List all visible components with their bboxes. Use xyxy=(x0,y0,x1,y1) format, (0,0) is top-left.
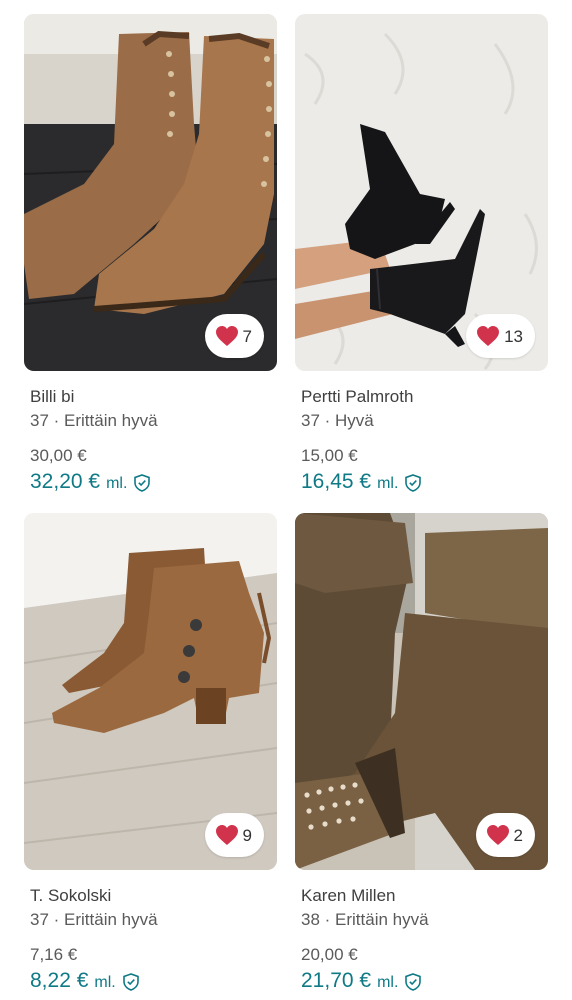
listing-price: 7,16 € xyxy=(30,945,78,964)
listing-card[interactable]: 2 Karen Millen 38 · Erittäin hyvä 20,00 … xyxy=(295,513,548,995)
favorite-count: 7 xyxy=(242,326,252,346)
listing-size-condition: 38 · Erittäin hyvä xyxy=(301,910,429,929)
favorite-count: 13 xyxy=(504,326,523,346)
favorite-button[interactable]: 7 xyxy=(204,314,264,358)
listing-price: 30,00 € xyxy=(30,446,87,465)
listing-card[interactable]: 13 Pertti Palmroth 37 · Hyvä 15,00 € 16,… xyxy=(295,14,548,496)
total-price-suffix: ml. xyxy=(106,475,128,492)
heart-icon xyxy=(215,825,238,845)
heart-icon xyxy=(486,825,509,845)
listing-brand: T. Sokolski xyxy=(30,886,112,905)
total-price-suffix: ml. xyxy=(94,974,116,991)
listing-card[interactable]: 9 T. Sokolski 37 · Erittäin hyvä 7,16 € … xyxy=(24,513,277,995)
listing-brand: Billi bi xyxy=(30,387,75,406)
listing-total-price[interactable]: 8,22 € ml. xyxy=(30,969,277,995)
listing-price: 20,00 € xyxy=(301,945,358,964)
heart-icon xyxy=(477,326,500,346)
total-price-amount: 21,70 € xyxy=(301,969,372,992)
listing-total-price[interactable]: 16,45 € ml. xyxy=(301,470,548,496)
listing-photo[interactable]: 2 xyxy=(295,513,548,870)
listing-photo[interactable]: 9 xyxy=(24,513,277,870)
listing-size-condition: 37 · Erittäin hyvä xyxy=(30,910,158,929)
listing-brand: Karen Millen xyxy=(301,886,396,905)
favorite-button[interactable]: 2 xyxy=(475,813,535,857)
total-price-amount: 32,20 € xyxy=(30,470,101,493)
listing-card[interactable]: 7 Billi bi 37 · Erittäin hyvä 30,00 € 32… xyxy=(24,14,277,496)
listing-photo[interactable]: 13 xyxy=(295,14,548,371)
shield-check-icon xyxy=(122,973,139,991)
shield-check-icon xyxy=(405,973,422,991)
total-price-amount: 16,45 € xyxy=(301,470,372,493)
listing-photo[interactable]: 7 xyxy=(24,14,277,371)
favorite-count: 9 xyxy=(242,825,252,845)
total-price-suffix: ml. xyxy=(377,475,399,492)
favorite-button[interactable]: 13 xyxy=(466,314,535,358)
listing-grid: 7 Billi bi 37 · Erittäin hyvä 30,00 € 32… xyxy=(0,0,572,1000)
listing-total-price[interactable]: 21,70 € ml. xyxy=(301,969,548,995)
shield-check-icon xyxy=(405,474,422,492)
total-price-amount: 8,22 € xyxy=(30,969,89,992)
favorite-button[interactable]: 9 xyxy=(204,813,264,857)
listing-price: 15,00 € xyxy=(301,446,358,465)
heart-icon xyxy=(215,326,238,346)
listing-size-condition: 37 · Erittäin hyvä xyxy=(30,411,158,430)
total-price-suffix: ml. xyxy=(377,974,399,991)
shield-check-icon xyxy=(134,474,151,492)
favorite-count: 2 xyxy=(513,825,523,845)
listing-brand: Pertti Palmroth xyxy=(301,387,414,406)
listing-total-price[interactable]: 32,20 € ml. xyxy=(30,470,277,496)
listing-size-condition: 37 · Hyvä xyxy=(301,411,374,430)
